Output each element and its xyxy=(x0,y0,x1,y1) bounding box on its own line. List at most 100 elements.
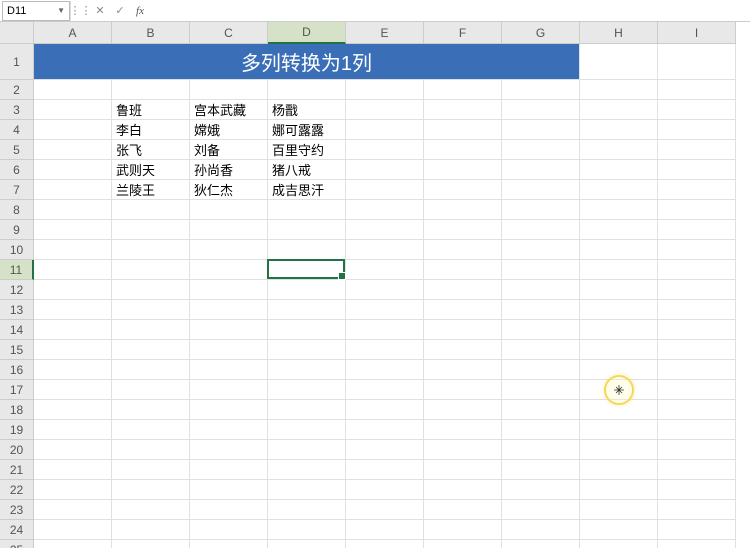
cell-C16[interactable] xyxy=(190,360,268,380)
cell-A22[interactable] xyxy=(34,480,112,500)
cell-A17[interactable] xyxy=(34,380,112,400)
cell-D15[interactable] xyxy=(268,340,346,360)
row-header-10[interactable]: 10 xyxy=(0,240,34,260)
cell-I7[interactable] xyxy=(658,180,736,200)
cell-C4[interactable]: 嫦娥 xyxy=(190,120,268,140)
cell-F12[interactable] xyxy=(424,280,502,300)
row-header-9[interactable]: 9 xyxy=(0,220,34,240)
cell-I15[interactable] xyxy=(658,340,736,360)
cell-C20[interactable] xyxy=(190,440,268,460)
row-header-3[interactable]: 3 xyxy=(0,100,34,120)
cell-H4[interactable] xyxy=(580,120,658,140)
cell-C25[interactable] xyxy=(190,540,268,548)
cell-E20[interactable] xyxy=(346,440,424,460)
cell-G12[interactable] xyxy=(502,280,580,300)
cell-G11[interactable] xyxy=(502,260,580,280)
cell-F4[interactable] xyxy=(424,120,502,140)
cell-F18[interactable] xyxy=(424,400,502,420)
cell-I22[interactable] xyxy=(658,480,736,500)
cell-E2[interactable] xyxy=(346,80,424,100)
row-header-20[interactable]: 20 xyxy=(0,440,34,460)
fx-icon[interactable]: fx xyxy=(130,1,150,21)
cell-E13[interactable] xyxy=(346,300,424,320)
row-header-13[interactable]: 13 xyxy=(0,300,34,320)
cell-I4[interactable] xyxy=(658,120,736,140)
cell-A8[interactable] xyxy=(34,200,112,220)
cell-I2[interactable] xyxy=(658,80,736,100)
cell-B7[interactable]: 兰陵王 xyxy=(112,180,190,200)
cell-I8[interactable] xyxy=(658,200,736,220)
cell-G2[interactable] xyxy=(502,80,580,100)
cell-I10[interactable] xyxy=(658,240,736,260)
cell-C2[interactable] xyxy=(190,80,268,100)
row-header-23[interactable]: 23 xyxy=(0,500,34,520)
cell-F20[interactable] xyxy=(424,440,502,460)
cell-I5[interactable] xyxy=(658,140,736,160)
cell-C9[interactable] xyxy=(190,220,268,240)
cell-E15[interactable] xyxy=(346,340,424,360)
cell-D14[interactable] xyxy=(268,320,346,340)
cell-G23[interactable] xyxy=(502,500,580,520)
cell-F25[interactable] xyxy=(424,540,502,548)
row-header-1[interactable]: 1 xyxy=(0,44,34,80)
cell-D9[interactable] xyxy=(268,220,346,240)
cell-I24[interactable] xyxy=(658,520,736,540)
cell-F5[interactable] xyxy=(424,140,502,160)
cell-D11[interactable] xyxy=(268,260,346,280)
cell-F6[interactable] xyxy=(424,160,502,180)
cell-B24[interactable] xyxy=(112,520,190,540)
cell-H5[interactable] xyxy=(580,140,658,160)
cell-C19[interactable] xyxy=(190,420,268,440)
merged-title-cell[interactable]: 多列转换为1列 xyxy=(34,44,580,80)
cell-G6[interactable] xyxy=(502,160,580,180)
cell-H22[interactable] xyxy=(580,480,658,500)
row-header-14[interactable]: 14 xyxy=(0,320,34,340)
cell-D19[interactable] xyxy=(268,420,346,440)
column-header-E[interactable]: E xyxy=(346,22,424,44)
cell-F7[interactable] xyxy=(424,180,502,200)
cell-G25[interactable] xyxy=(502,540,580,548)
cell-I1[interactable] xyxy=(658,44,736,80)
cell-I23[interactable] xyxy=(658,500,736,520)
cell-I20[interactable] xyxy=(658,440,736,460)
cell-C22[interactable] xyxy=(190,480,268,500)
cell-F10[interactable] xyxy=(424,240,502,260)
cell-I25[interactable] xyxy=(658,540,736,548)
cell-D23[interactable] xyxy=(268,500,346,520)
cell-D2[interactable] xyxy=(268,80,346,100)
column-header-C[interactable]: C xyxy=(190,22,268,44)
cell-H6[interactable] xyxy=(580,160,658,180)
cell-E14[interactable] xyxy=(346,320,424,340)
row-header-8[interactable]: 8 xyxy=(0,200,34,220)
cell-H25[interactable] xyxy=(580,540,658,548)
cell-B10[interactable] xyxy=(112,240,190,260)
cell-D24[interactable] xyxy=(268,520,346,540)
cell-A18[interactable] xyxy=(34,400,112,420)
cell-D6[interactable]: 猪八戒 xyxy=(268,160,346,180)
cell-B12[interactable] xyxy=(112,280,190,300)
select-all-corner[interactable] xyxy=(0,22,34,44)
cell-B3[interactable]: 鲁班 xyxy=(112,100,190,120)
cell-E8[interactable] xyxy=(346,200,424,220)
cell-E22[interactable] xyxy=(346,480,424,500)
cell-C8[interactable] xyxy=(190,200,268,220)
cell-H1[interactable] xyxy=(580,44,658,80)
cell-G15[interactable] xyxy=(502,340,580,360)
row-header-11[interactable]: 11 xyxy=(0,260,34,280)
cell-G16[interactable] xyxy=(502,360,580,380)
cell-E4[interactable] xyxy=(346,120,424,140)
cell-G24[interactable] xyxy=(502,520,580,540)
cell-F17[interactable] xyxy=(424,380,502,400)
cell-E9[interactable] xyxy=(346,220,424,240)
cell-A23[interactable] xyxy=(34,500,112,520)
row-header-17[interactable]: 17 xyxy=(0,380,34,400)
cell-A24[interactable] xyxy=(34,520,112,540)
cell-B5[interactable]: 张飞 xyxy=(112,140,190,160)
cell-D8[interactable] xyxy=(268,200,346,220)
cell-H13[interactable] xyxy=(580,300,658,320)
formula-decoration-icon[interactable]: ⋮⋮ xyxy=(70,1,90,21)
cell-H10[interactable] xyxy=(580,240,658,260)
cell-A12[interactable] xyxy=(34,280,112,300)
cell-F8[interactable] xyxy=(424,200,502,220)
cell-A25[interactable] xyxy=(34,540,112,548)
